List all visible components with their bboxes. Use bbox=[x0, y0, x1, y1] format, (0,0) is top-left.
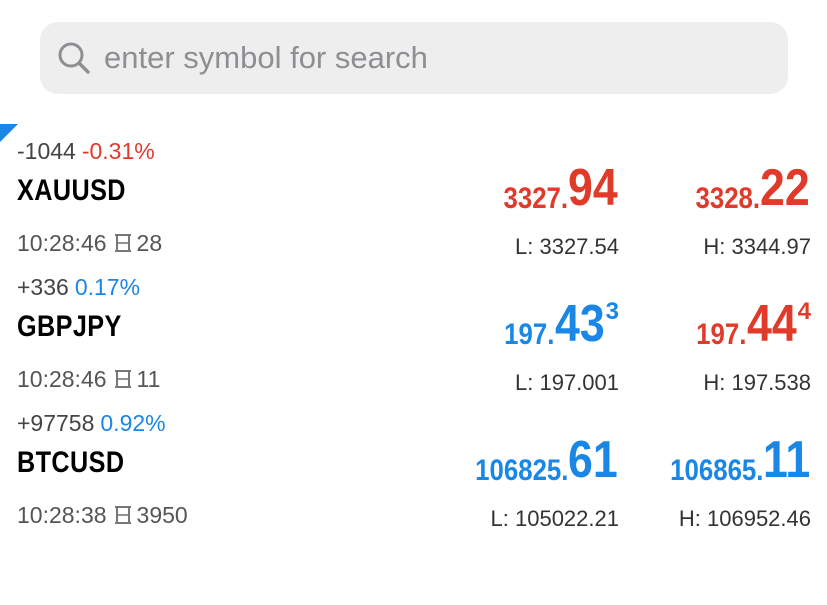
bid-price-pips: 61 bbox=[568, 431, 618, 489]
bid-price-pips: 94 bbox=[568, 159, 618, 217]
change-percent: 0.17% bbox=[74, 274, 141, 300]
bid-price-prefix: 106825. bbox=[474, 454, 569, 487]
quote-time: 10:28:46 bbox=[17, 366, 107, 392]
ask-price[interactable]: 197. 44 4 bbox=[688, 296, 811, 352]
change-percent: -0.31% bbox=[81, 138, 155, 164]
change-percent: 0.92% bbox=[100, 410, 166, 436]
ask-price-pips: 44 bbox=[746, 295, 797, 353]
symbol-name: GBPJPY bbox=[17, 310, 122, 343]
symbol-name: XAUUSD bbox=[17, 174, 126, 207]
low-price: L: 197.001 bbox=[515, 370, 619, 395]
symbol-name: BTCUSD bbox=[17, 446, 125, 479]
quote-time: 10:28:46 bbox=[17, 230, 107, 256]
daily-change: +97758 0.92% bbox=[17, 408, 166, 438]
bid-price[interactable]: 197. 43 3 bbox=[496, 296, 619, 352]
high-price: H: 3344.97 bbox=[703, 234, 811, 259]
change-points: -1044 bbox=[17, 138, 76, 164]
quote-time: 10:28:38 bbox=[17, 502, 107, 528]
high-price: H: 197.538 bbox=[703, 370, 811, 395]
bid-price-fraction: 3 bbox=[605, 298, 619, 325]
spread-value: 11 bbox=[136, 366, 161, 392]
spread-value: 28 bbox=[136, 230, 163, 256]
quote-time-spread: 10:28:46 28 bbox=[17, 228, 162, 258]
bid-price[interactable]: 3327. 94 bbox=[493, 160, 619, 216]
ask-price-prefix: 106865. bbox=[669, 454, 764, 487]
search-input[interactable] bbox=[104, 36, 764, 80]
search-bar[interactable] bbox=[40, 22, 788, 94]
bid-price[interactable]: 106825. 61 bbox=[460, 432, 619, 488]
quote-row-xauusd[interactable]: -1044 -0.31% XAUUSD 10:28:46 28 3327. 94 3… bbox=[0, 136, 827, 272]
search-icon bbox=[58, 42, 90, 74]
quote-row-gbpjpy[interactable]: +336 0.17% GBPJPY 10:28:46 11 197. 43 3 197… bbox=[0, 272, 827, 408]
high-price: H: 106952.46 bbox=[678, 506, 811, 531]
low-price: L: 3327.54 bbox=[515, 234, 619, 259]
spread-value: 3950 bbox=[136, 502, 188, 528]
quote-time-spread: 10:28:38 3950 bbox=[17, 500, 188, 530]
change-points: +336 bbox=[17, 274, 69, 300]
spread-icon bbox=[114, 506, 131, 524]
ask-price-pips: 22 bbox=[760, 159, 810, 217]
ask-price-fraction: 4 bbox=[797, 298, 811, 325]
change-points: +97758 bbox=[17, 410, 95, 436]
bid-price-prefix: 197. bbox=[504, 318, 555, 351]
quote-time-spread: 10:28:46 11 bbox=[17, 364, 160, 394]
low-price: L: 105022.21 bbox=[490, 506, 619, 531]
daily-change: +336 0.17% bbox=[17, 272, 140, 302]
spread-icon bbox=[114, 234, 131, 252]
bid-price-pips: 43 bbox=[554, 295, 605, 353]
ask-price[interactable]: 3328. 22 bbox=[685, 160, 811, 216]
ask-price-prefix: 197. bbox=[696, 318, 747, 351]
bid-price-prefix: 3327. bbox=[503, 182, 569, 215]
ask-price-pips: 11 bbox=[763, 431, 811, 489]
spread-icon bbox=[114, 370, 131, 388]
ask-price-prefix: 3328. bbox=[695, 182, 761, 215]
daily-change: -1044 -0.31% bbox=[17, 136, 155, 166]
ask-price[interactable]: 106865. 11 bbox=[655, 432, 811, 488]
quote-row-btcusd[interactable]: +97758 0.92% BTCUSD 10:28:38 3950 106825.… bbox=[0, 408, 827, 544]
